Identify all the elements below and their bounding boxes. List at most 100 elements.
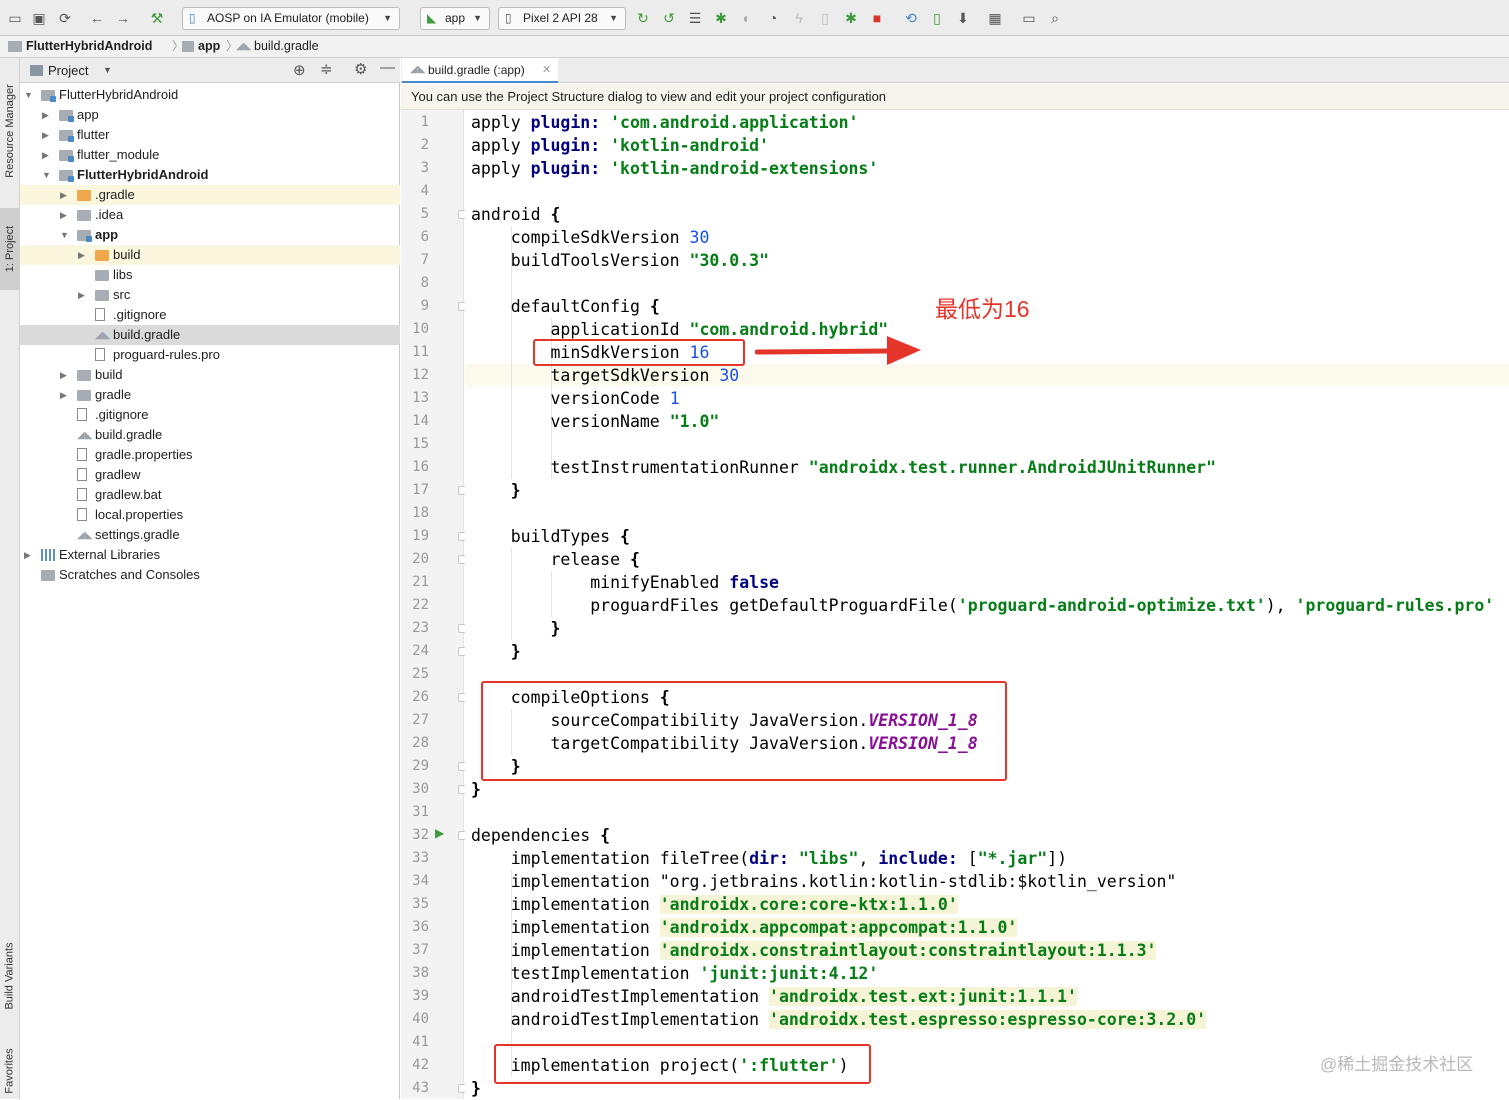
collapsed-arrow-icon[interactable]: ▶ bbox=[60, 385, 67, 405]
left-tool-strip: Resource Manager 1: Project Build Varian… bbox=[0, 58, 20, 1099]
line-number: 10 bbox=[412, 321, 429, 337]
attach-debugger-icon[interactable]: ▯ bbox=[816, 9, 834, 27]
close-icon[interactable]: ✕ bbox=[542, 58, 551, 82]
tab-build-variants[interactable]: Build Variants bbox=[0, 926, 20, 1026]
tab-build-gradle[interactable]: ◢◣ build.gradle (:app) ✕ bbox=[402, 58, 558, 83]
module-select[interactable]: ◣ app ▼ bbox=[420, 7, 490, 30]
lightning-icon[interactable]: ϟ bbox=[790, 9, 808, 27]
forward-icon[interactable]: → bbox=[114, 9, 132, 27]
line-number: 4 bbox=[420, 183, 429, 199]
chevron-down-icon[interactable]: ▼ bbox=[103, 65, 112, 75]
apply-code-changes-icon[interactable]: ↺ bbox=[660, 9, 678, 27]
tree-item[interactable]: proguard-rules.pro bbox=[20, 345, 400, 365]
build-hammer-icon[interactable]: ⚒ bbox=[148, 9, 166, 27]
debug-icon[interactable]: ✱ bbox=[712, 9, 730, 27]
attach-process-icon[interactable]: ✱ bbox=[842, 9, 860, 27]
tree-item[interactable]: ▶ flutter bbox=[20, 125, 400, 145]
line-number: 31 bbox=[412, 804, 429, 820]
back-icon[interactable]: ← bbox=[88, 9, 106, 27]
gear-icon[interactable]: ⚙ bbox=[354, 60, 367, 78]
expanded-arrow-icon[interactable]: ▼ bbox=[42, 165, 51, 185]
code-editor[interactable]: apply plugin: 'com.android.application' a… bbox=[465, 110, 1509, 1099]
line-number: 13 bbox=[412, 390, 429, 406]
collapsed-arrow-icon[interactable]: ▶ bbox=[42, 125, 49, 145]
tree-item[interactable]: libs bbox=[20, 265, 400, 285]
tree-item[interactable]: ▼ FlutterHybridAndroid bbox=[20, 165, 400, 185]
device-select[interactable]: ▯ Pixel 2 API 28 ▼ bbox=[498, 7, 626, 30]
tree-item[interactable]: .gitignore bbox=[20, 305, 400, 325]
stop-icon[interactable]: ■ bbox=[868, 9, 886, 27]
expanded-arrow-icon[interactable]: ▼ bbox=[60, 225, 69, 245]
profile-icon[interactable]: ◐ bbox=[738, 9, 756, 27]
tab-project[interactable]: 1: Project bbox=[0, 208, 20, 290]
collapsed-arrow-icon[interactable]: ▶ bbox=[78, 245, 85, 265]
avd-manager-icon[interactable]: ▯ bbox=[928, 9, 946, 27]
sdk-manager-icon[interactable]: ⬇ bbox=[954, 9, 972, 27]
logcat-icon[interactable]: ☰ bbox=[686, 9, 704, 27]
tree-item[interactable]: ▼ FlutterHybridAndroid bbox=[20, 85, 400, 105]
search-icon[interactable]: ⌕ bbox=[1046, 9, 1064, 27]
file-icon bbox=[95, 308, 105, 321]
tree-item-label: External Libraries bbox=[59, 547, 161, 562]
collapsed-arrow-icon[interactable]: ▶ bbox=[60, 185, 67, 205]
tree-item[interactable]: .gitignore bbox=[20, 405, 400, 425]
save-icon[interactable]: ▣ bbox=[30, 9, 48, 27]
collapsed-arrow-icon[interactable]: ▶ bbox=[60, 205, 67, 225]
run-icon[interactable]: ▶ bbox=[435, 826, 444, 840]
tree-item[interactable]: ▶ .gradle bbox=[20, 185, 400, 205]
gradle-sync-icon[interactable]: ⟲ bbox=[902, 9, 920, 27]
collapsed-arrow-icon[interactable]: ▶ bbox=[78, 285, 85, 305]
tree-item[interactable]: gradle.properties bbox=[20, 445, 400, 465]
run-config-select[interactable]: ▯ AOSP on IA Emulator (mobile) ▼ bbox=[182, 7, 400, 30]
tree-item[interactable]: ◢◣ settings.gradle bbox=[20, 525, 400, 545]
collapse-all-icon[interactable]: ≑ bbox=[320, 60, 333, 78]
hide-panel-icon[interactable]: — bbox=[380, 59, 395, 76]
tree-item[interactable]: ▶ gradle bbox=[20, 385, 400, 405]
expanded-arrow-icon[interactable]: ▼ bbox=[24, 85, 33, 105]
line-number: 35 bbox=[412, 896, 429, 912]
device-label: Pixel 2 API 28 bbox=[523, 11, 598, 25]
terminal-icon[interactable]: ▭ bbox=[1020, 9, 1038, 27]
collapsed-arrow-icon[interactable]: ▶ bbox=[60, 365, 67, 385]
line-number: 3 bbox=[420, 160, 429, 176]
tree-item[interactable]: ◢◣ build.gradle bbox=[20, 425, 400, 445]
tree-item[interactable]: ▶ External Libraries bbox=[20, 545, 400, 565]
locate-icon[interactable]: ⊕ bbox=[293, 61, 306, 79]
tree-item[interactable]: ▶ src bbox=[20, 285, 400, 305]
tab-label: Favorites bbox=[4, 1048, 16, 1094]
project-view-select[interactable]: Project bbox=[48, 63, 88, 78]
code-line: implementation 'androidx.core:core-ktx:1… bbox=[471, 895, 958, 914]
tree-item[interactable]: local.properties bbox=[20, 505, 400, 525]
tree-item[interactable]: ▶ build bbox=[20, 245, 400, 265]
file-icon bbox=[77, 408, 87, 421]
code-line: } bbox=[471, 780, 481, 799]
tree-item[interactable]: ▶ .idea bbox=[20, 205, 400, 225]
tree-item[interactable]: ▶ flutter_module bbox=[20, 145, 400, 165]
collapsed-arrow-icon[interactable]: ▶ bbox=[42, 145, 49, 165]
profiler-gauge-icon[interactable]: ◔ bbox=[764, 9, 782, 27]
code-line: implementation "org.jetbrains.kotlin:kot… bbox=[471, 872, 1177, 891]
collapsed-arrow-icon[interactable]: ▶ bbox=[24, 545, 31, 565]
tree-item[interactable]: gradlew.bat bbox=[20, 485, 400, 505]
tree-item[interactable]: ◢◣ build.gradle bbox=[20, 325, 400, 345]
tree-item[interactable]: ▶ app bbox=[20, 105, 400, 125]
sync-icon[interactable]: ⟳ bbox=[56, 9, 74, 27]
apply-changes-icon[interactable]: ↻ bbox=[634, 9, 652, 27]
tree-item[interactable]: gradlew bbox=[20, 465, 400, 485]
open-folder-icon[interactable]: ▭ bbox=[6, 9, 24, 27]
line-number: 21 bbox=[412, 574, 429, 590]
tab-resource-manager[interactable]: Resource Manager bbox=[0, 66, 20, 196]
tree-item[interactable]: Scratches and Consoles bbox=[20, 565, 400, 585]
tab-label: Build Variants bbox=[4, 942, 16, 1010]
code-line: versionName "1.0" bbox=[471, 412, 720, 431]
breadcrumb-project[interactable]: FlutterHybridAndroid bbox=[26, 36, 152, 57]
breadcrumb-file[interactable]: build.gradle bbox=[254, 36, 319, 57]
tree-item[interactable]: ▼ app bbox=[20, 225, 400, 245]
breadcrumb-module[interactable]: app bbox=[198, 36, 220, 57]
tab-favorites[interactable]: Favorites bbox=[0, 1043, 20, 1099]
line-number: 32 bbox=[412, 827, 429, 843]
line-number: 41 bbox=[412, 1034, 429, 1050]
project-structure-icon[interactable]: ▦ bbox=[986, 9, 1004, 27]
collapsed-arrow-icon[interactable]: ▶ bbox=[42, 105, 49, 125]
tree-item[interactable]: ▶ build bbox=[20, 365, 400, 385]
